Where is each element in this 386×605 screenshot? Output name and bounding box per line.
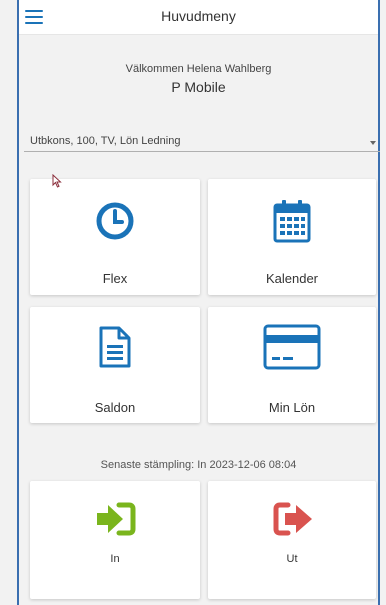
kalender-label: Kalender — [265, 271, 319, 286]
welcome-text: Välkommen Helena Wahlberg — [125, 63, 272, 75]
page-title: Huvudmeny — [161, 8, 236, 24]
minlon-tile[interactable]: Min Lön — [208, 307, 376, 423]
stamp-in-button[interactable]: In — [30, 481, 200, 599]
credit-card-icon — [263, 324, 321, 370]
sign-in-icon — [97, 502, 136, 536]
stamp-out-button[interactable]: Ut — [208, 481, 376, 599]
mouse-pointer-icon — [52, 174, 62, 188]
flex-tile[interactable]: Flex — [30, 179, 200, 295]
clock-icon — [96, 202, 134, 240]
top-bar: Huvudmeny — [19, 0, 378, 35]
minlon-label: Min Lön — [268, 400, 316, 415]
employment-select-value: Utbkons, 100, TV, Lön Ledning — [30, 135, 181, 147]
document-icon — [99, 326, 131, 368]
last-stamp-text: Senaste stämpling: In 2023-12-06 08:04 — [100, 459, 297, 471]
stamp-in-label: In — [110, 553, 120, 565]
app-name: P Mobile — [171, 79, 226, 95]
stamp-out-label: Ut — [286, 553, 298, 565]
flex-label: Flex — [102, 271, 128, 286]
saldon-label: Saldon — [94, 400, 136, 415]
saldon-tile[interactable]: Saldon — [30, 307, 200, 423]
kalender-tile[interactable]: Kalender — [208, 179, 376, 295]
sign-out-icon — [273, 502, 312, 536]
employment-select[interactable]: Utbkons, 100, TV, Lön Ledning — [24, 131, 380, 152]
caret-down-icon — [370, 141, 376, 145]
calendar-icon — [273, 200, 311, 243]
window-frame-right — [378, 0, 380, 605]
